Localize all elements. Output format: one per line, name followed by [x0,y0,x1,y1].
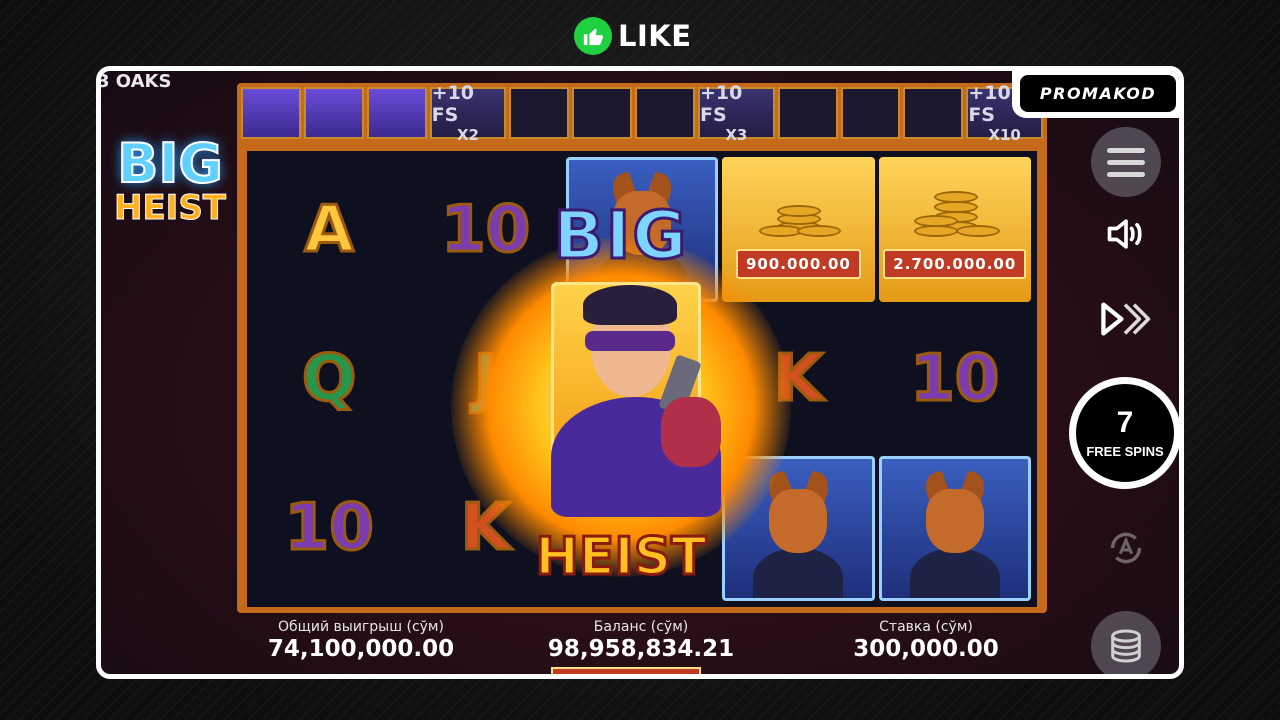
hamburger-icon [1107,147,1145,153]
meter-slot [903,87,964,139]
promakod-badge: PROMAKOD [1012,71,1179,118]
provider-label: 3 OAKS [97,71,172,92]
bet-button[interactable] [1091,611,1161,674]
bet-label: Ставка (сўм) [879,619,973,635]
sound-button[interactable] [1099,207,1153,261]
turbo-button[interactable] [1095,289,1155,349]
bet: Ставка (сўм) 300,000.00 [821,619,1031,662]
coin-value: 900.000.00 [551,667,701,674]
coin-symbol: 2.700.000.00 [878,157,1031,303]
multiplier-label: +10 FS [431,82,475,126]
multiplier-box-1: +10 FS X2 [429,82,507,144]
multiplier-value: X2 [456,126,479,144]
logo-line-1: BIG [116,132,224,195]
balance-label: Баланс (сўм) [593,619,689,635]
speaker-icon [1107,219,1142,249]
symbol-cell: 10 [909,340,1001,417]
free-spins-meter: +10 FS X2 +10 FS X3 +10 FS X10 [241,82,1043,144]
coin-stack-icon [910,181,1000,241]
fast-forward-icon [1101,302,1151,336]
meter-slot [777,87,838,139]
big-heist-feature-overlay: BIG HEIST 900.000.00 [451,196,791,674]
autoplay-icon [1110,532,1142,564]
meter-slot [509,87,570,139]
feature-title-heist: HEIST [534,526,708,589]
free-spins-label: FREE SPINS [1086,443,1164,459]
thief-hand [661,397,721,467]
multiplier-value: X3 [725,126,748,144]
symbol-cell: A [303,191,356,268]
multiplier-value: X10 [988,126,1021,144]
coin-value: 2.700.000.00 [883,248,1027,279]
thumbs-up-icon [574,17,612,55]
multiplier-box-2: +10 FS X3 [698,82,775,144]
thief-mask [585,331,675,351]
game-window: 3 OAKS BIG HEIST +10 FS X2 +10 FS X3 +10… [96,66,1184,679]
autoplay-button[interactable] [1099,521,1153,575]
coins-icon [1111,629,1141,663]
like-text: LIKE [618,19,692,53]
symbol-cell: 10 [283,490,375,567]
menu-button[interactable] [1091,127,1161,197]
meter-slot [303,87,364,139]
dog-symbol [878,455,1031,601]
total-win-value: 74,100,000.00 [267,636,455,662]
meter-slot [241,87,301,139]
meter-slot [840,87,901,139]
logo-line-2: HEIST [113,188,226,228]
game-logo: BIG HEIST [105,132,235,228]
free-spins-count: 7 [1116,405,1134,439]
total-win: Общий выигрыш (сўм) 74,100,000.00 [246,619,476,662]
meter-slot [366,87,427,139]
total-win-label: Общий выигрыш (сўм) [278,619,444,635]
meter-slot [635,87,695,139]
thief-hair [583,285,677,325]
bet-value: 300,000.00 [853,636,999,662]
spin-button[interactable]: 7 FREE SPINS [1069,377,1179,489]
symbol-cell: Q [300,340,357,417]
feature-title-big: BIG [552,196,689,276]
balance: Баланс (сўм) 98,958,834.21 [526,619,756,662]
promakod-text: PROMAKOD [1019,74,1177,112]
meter-slot [572,87,633,139]
multiplier-label: +10 FS [700,82,743,126]
balance-value: 98,958,834.21 [547,636,735,662]
like-badge: LIKE [574,16,692,56]
